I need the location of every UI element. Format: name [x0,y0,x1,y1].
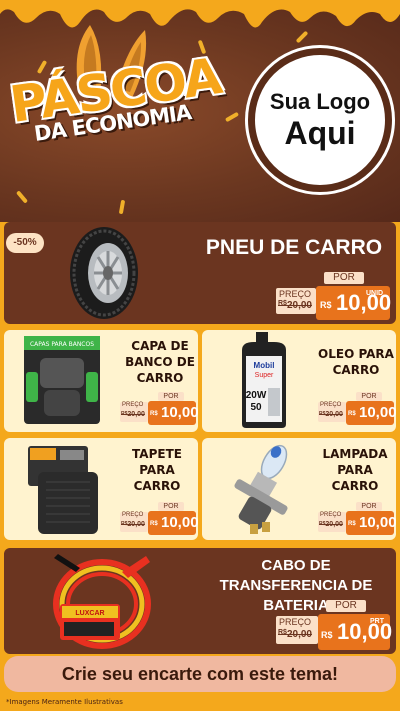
preco-label: PREÇO [122,512,144,518]
preco-label: PREÇO [279,289,312,299]
old-price-value: 20,00 [286,300,312,311]
por-label: POR [158,502,184,511]
old-price-box: PREÇO R$20,00 [120,402,148,422]
new-price: 10,00 [359,514,397,531]
product-name: LAMPADA PARA CARRO [322,447,388,493]
old-price-value: 20,00 [127,411,145,418]
product-name: CAPA DE BANCO DE CARRO [125,339,195,385]
product-name: OLEO PARA CARRO [318,347,394,377]
new-price: 10,00 [161,514,199,531]
new-price-box: R$ 10,00 UNID [316,286,391,320]
old-price-box: PREÇO R$20,00 [276,288,316,314]
old-price: R$20,00 [121,411,145,418]
por-label: POR [326,600,366,612]
por-label: POR [324,272,364,284]
old-price: R$20,00 [319,411,343,418]
price-tag: POR PREÇO R$20,00 R$ 10,00 [120,502,199,536]
new-price: 10,00 [161,404,199,421]
old-currency: R$ [278,300,287,307]
headlight-bulb-image [228,440,298,536]
por-label: POR [158,392,184,401]
product-name: PNEU DE CARRO [205,236,383,259]
new-price-box: R$ 10,00 [346,511,397,535]
sprinkle [118,199,126,215]
unit-label: UNID [366,290,384,297]
product-name: TAPETE PARA CARRO [132,447,182,493]
oil-brand-text-2: Super [255,372,274,379]
motor-oil-image: Mobil Super 20W 50 [236,332,292,428]
cta-button[interactable]: Crie seu encarte com este tema! [4,656,396,692]
currency: R$ [320,300,332,310]
old-price: R$20,00 [278,629,312,640]
logo-line-2: Aqui [284,114,356,151]
new-price-box: R$ 10,00 PRT [318,614,392,650]
currency: R$ [348,411,356,417]
jumper-cable-image: LUXCAR [52,552,152,652]
old-price: R$20,00 [121,521,145,528]
currency: R$ [150,521,158,527]
currency: R$ [150,411,158,417]
tire-image [68,225,140,321]
oil-grade-text-2: 50 [250,402,262,413]
old-price-box: PREÇO R$20,00 [318,402,346,422]
caramel-drip-decoration [0,0,400,28]
currency: R$ [348,521,356,527]
preco-label: PREÇO [320,512,342,518]
new-price-box: R$ 10,00 [148,401,199,425]
discount-badge: -50% [6,233,44,253]
car-mat-image [26,442,102,536]
por-label: POR [356,392,382,401]
old-price-value: 20,00 [127,521,145,528]
disclaimer: *Imagens Meramente Ilustrativas [6,698,123,706]
old-price-value: 20,00 [325,521,343,528]
preco-label: PREÇO [279,617,312,627]
old-price-value: 20,00 [286,629,312,640]
seat-cover-image: CAPAS PARA BANCOS [22,332,102,428]
price-tag: POR PREÇO R$20,00 R$ 10,00 [318,502,397,536]
header-banner: PÁSCOA DA ECONOMIA Sua Logo Aqui [0,0,400,222]
seat-cover-brand-text: CAPAS PARA BANCOS [30,341,94,348]
old-price-box: PREÇO R$20,00 [276,616,318,644]
old-price: R$20,00 [278,300,312,311]
old-currency: R$ [278,629,287,636]
title-block: PÁSCOA DA ECONOMIA [6,47,244,146]
unit-label: PRT [370,618,384,625]
logo-placeholder[interactable]: Sua Logo Aqui [248,48,392,192]
old-price-box: PREÇO R$20,00 [318,512,346,532]
preco-label: PREÇO [320,402,342,408]
preco-label: PREÇO [122,402,144,408]
price-tag: POR PREÇO R$20,00 R$ 10,00 [120,392,199,426]
por-label: POR [356,502,382,511]
oil-grade-text-1: 20W [246,390,267,401]
old-price-box: PREÇO R$20,00 [120,512,148,532]
oil-brand-text-1: Mobil [254,361,275,370]
old-price-value: 20,00 [325,411,343,418]
old-price: R$20,00 [319,521,343,528]
new-price-box: R$ 10,00 [346,401,397,425]
cable-brand-text: LUXCAR [75,610,104,617]
currency: R$ [321,630,333,640]
new-price: 10,00 [359,404,397,421]
price-tag: POR PREÇO R$20,00 R$ 10,00 UNID [276,272,391,320]
price-tag: POR PREÇO R$20,00 R$ 10,00 [318,392,397,426]
sprinkle [15,190,29,204]
new-price-box: R$ 10,00 [148,511,199,535]
price-tag: POR PREÇO R$20,00 R$ 10,00 PRT [276,600,392,650]
logo-line-1: Sua Logo [269,88,371,114]
